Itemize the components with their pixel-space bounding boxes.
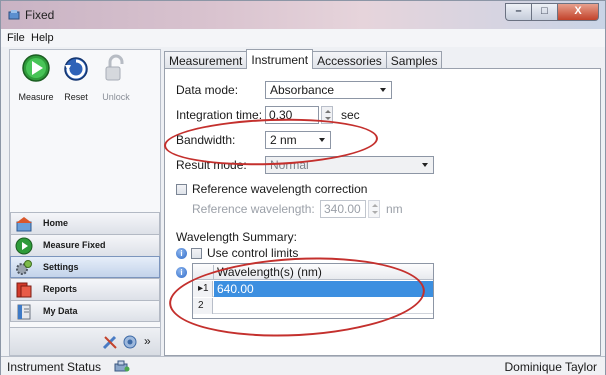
nav-footer: » xyxy=(10,327,160,355)
app-window: Fixed – □ X File Help Measure Reset Unlo… xyxy=(0,0,606,375)
menu-help[interactable]: Help xyxy=(31,32,54,44)
nav-item-settings[interactable]: Settings xyxy=(10,256,160,278)
reset-icon xyxy=(61,53,91,83)
status-bar: Instrument Status Dominique Taylor xyxy=(1,356,605,375)
user-name: Dominique Taylor xyxy=(504,360,598,374)
network-icon[interactable] xyxy=(122,334,138,350)
instrument-status-label: Instrument Status xyxy=(7,360,102,374)
app-icon xyxy=(8,10,20,20)
tab-measurement[interactable]: Measurement xyxy=(164,51,248,69)
chevron-down-icon xyxy=(422,163,428,167)
info-icon: i xyxy=(176,248,187,259)
tools-icon[interactable] xyxy=(102,334,118,350)
reports-icon xyxy=(16,282,32,298)
unlock-button[interactable]: Unlock xyxy=(94,53,138,102)
instrument-status-icon[interactable] xyxy=(114,359,130,373)
nav-overflow-button[interactable]: » xyxy=(144,334,151,348)
reset-label: Reset xyxy=(64,92,88,102)
tab-accessories[interactable]: Accessories xyxy=(312,51,387,69)
menu-bar: File Help xyxy=(1,29,605,47)
unlock-icon xyxy=(101,53,131,83)
nav-item-measure-fixed[interactable]: Measure Fixed xyxy=(10,234,160,256)
nav-item-label: Reports xyxy=(43,284,78,294)
nav-item-label: Home xyxy=(43,218,69,228)
data-mode-label: Data mode: xyxy=(176,83,239,97)
menu-file[interactable]: File xyxy=(7,32,25,44)
nav-item-home[interactable]: Home xyxy=(10,212,160,234)
ref-wavelength-input[interactable]: 340.00 xyxy=(320,200,366,218)
maximize-icon: □ xyxy=(541,5,548,17)
maximize-button[interactable]: □ xyxy=(531,3,557,21)
play-icon xyxy=(21,53,51,83)
reset-button[interactable]: Reset xyxy=(54,53,98,102)
close-button[interactable]: X xyxy=(557,3,599,21)
settings-icon xyxy=(16,260,32,275)
nav-item-label: Measure Fixed xyxy=(43,240,106,250)
chevron-down-icon xyxy=(380,88,386,92)
nav-item-label: Settings xyxy=(43,262,79,272)
ref-wavelength-label: Reference wavelength: xyxy=(192,202,315,216)
unlock-label: Unlock xyxy=(102,92,130,102)
measure-button[interactable]: Measure xyxy=(14,53,58,102)
nav-panel: Home Measure Fixed Settings Reports My D… xyxy=(10,212,160,322)
ref-correction-checkbox[interactable] xyxy=(176,184,187,195)
nav-item-reports[interactable]: Reports xyxy=(10,278,160,300)
info-icon: i xyxy=(176,267,187,278)
data-mode-select[interactable]: Absorbance xyxy=(265,81,392,99)
ref-wavelength-unit: nm xyxy=(386,202,403,216)
left-panel: Measure Reset Unlock Home Measure Fixed … xyxy=(9,49,161,356)
home-icon xyxy=(16,217,32,232)
ref-wavelength-spinner[interactable] xyxy=(368,200,380,218)
measure-fixed-icon xyxy=(15,237,33,255)
data-mode-value: Absorbance xyxy=(270,83,335,97)
window-title: Fixed xyxy=(25,8,55,22)
tab-samples[interactable]: Samples xyxy=(385,51,443,69)
instrument-panel: Data mode: Absorbance Integration time: … xyxy=(163,68,601,356)
measure-label: Measure xyxy=(18,92,54,102)
ref-correction-label: Reference wavelength correction xyxy=(192,182,368,196)
wavelength-summary-label: Wavelength Summary: xyxy=(176,230,297,244)
tab-strip: Measurement Instrument Accessories Sampl… xyxy=(164,49,443,69)
close-icon: X xyxy=(574,5,582,17)
tab-instrument[interactable]: Instrument xyxy=(246,49,314,69)
nav-item-label: My Data xyxy=(43,306,78,316)
control-limits-checkbox[interactable] xyxy=(191,248,202,259)
integration-time-unit: sec xyxy=(341,108,360,122)
minimize-icon: – xyxy=(515,5,522,17)
minimize-button[interactable]: – xyxy=(505,3,531,21)
title-bar[interactable]: Fixed – □ X xyxy=(1,1,605,29)
window-controls: – □ X xyxy=(505,3,599,21)
my-data-icon xyxy=(17,304,31,320)
nav-item-my-data[interactable]: My Data xyxy=(10,300,160,322)
